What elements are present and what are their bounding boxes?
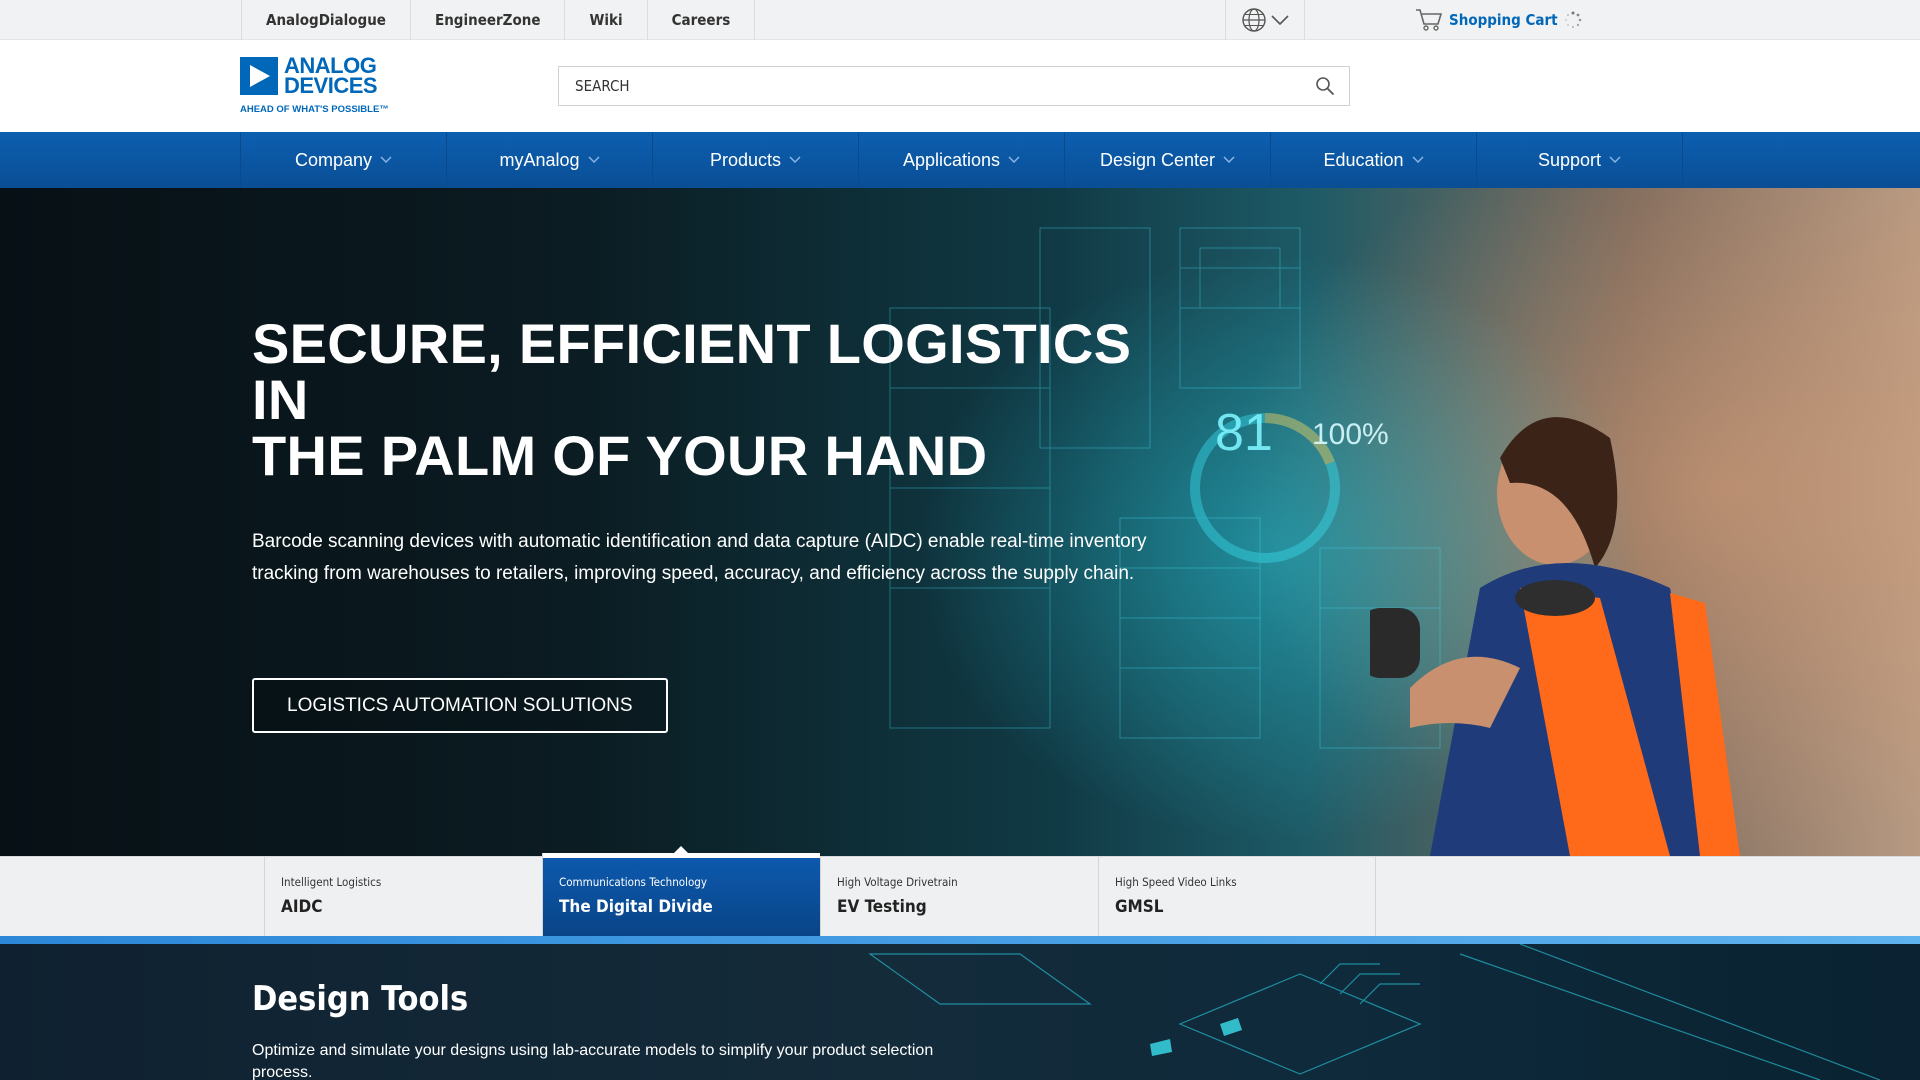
cart-icon [1416, 9, 1443, 31]
carousel-tab-aidc[interactable]: Intelligent Logistics AIDC [264, 857, 542, 937]
nav-item-applications[interactable]: Applications [859, 132, 1065, 188]
carousel-tab-gmsl[interactable]: High Speed Video Links GMSL [1098, 857, 1376, 937]
tab-title: GMSL [1115, 897, 1164, 917]
nav-item-company[interactable]: Company [241, 132, 447, 188]
util-link-analogdialogue[interactable]: AnalogDialogue [241, 0, 411, 40]
tab-category: Intelligent Logistics [281, 875, 382, 889]
tab-category: High Voltage Drivetrain [837, 875, 958, 889]
logo-tagline: AHEAD OF WHAT'S POSSIBLE™ [240, 104, 389, 115]
nav-item-support[interactable]: Support [1477, 132, 1683, 188]
carousel-progress-bar [0, 936, 1920, 944]
worker-with-scanner-image [1370, 417, 1740, 856]
tab-title: AIDC [281, 897, 323, 917]
chevron-down-icon [1412, 156, 1424, 163]
adi-logo[interactable]: ANALOG DEVICES AHEAD OF WHAT'S POSSIBLE™ [240, 53, 390, 119]
hero-hologram-graphic [889, 227, 1441, 749]
hero-description: Barcode scanning devices with automatic … [252, 531, 1147, 584]
search-box [558, 66, 1350, 106]
design-tools-title: Design Tools [252, 979, 469, 1019]
cart-label: Shopping Cart [1449, 11, 1558, 29]
carousel-tab-ev-testing[interactable]: High Voltage Drivetrain EV Testing [820, 857, 1098, 937]
tab-category: High Speed Video Links [1115, 875, 1237, 889]
chevron-down-icon [1609, 156, 1621, 163]
carousel-tabs-bar: Intelligent Logistics AIDC Communication… [0, 846, 1920, 937]
chevron-down-icon [789, 156, 801, 163]
logistics-solutions-button[interactable]: LOGISTICS AUTOMATION SOLUTIONS [252, 678, 668, 733]
chevron-down-icon [1271, 15, 1289, 26]
nav-item-design-center[interactable]: Design Center [1065, 132, 1271, 188]
logo-triangle-icon [240, 57, 278, 95]
chevron-down-icon [380, 156, 392, 163]
carousel-tab-digital-divide[interactable]: Communications Technology The Digital Di… [542, 846, 820, 937]
loading-spinner-icon [1564, 11, 1581, 29]
utility-links: AnalogDialogue EngineerZone Wiki Careers [241, 0, 756, 40]
utility-bar: AnalogDialogue EngineerZone Wiki Careers… [0, 0, 1920, 40]
util-link-wiki[interactable]: Wiki [565, 0, 648, 40]
chevron-down-icon [1008, 156, 1020, 163]
hero-banner: 81 100% SECURE, EFFICIENT LOGISTICS IN T… [0, 188, 1920, 856]
hero-title: SECURE, EFFICIENT LOGISTICS IN THE PALM … [252, 312, 1132, 487]
tab-title: The Digital Divide [559, 897, 713, 917]
language-selector[interactable] [1225, 0, 1305, 40]
design-tools-section: Design Tools Optimize and simulate your … [0, 944, 1920, 1080]
tab-category: Communications Technology [559, 875, 707, 889]
nav-item-products[interactable]: Products [653, 132, 859, 188]
util-link-engineerzone[interactable]: EngineerZone [411, 0, 566, 40]
main-nav: Company myAnalog Products Applications D… [0, 132, 1920, 188]
shopping-cart-link[interactable]: Shopping Cart [1415, 0, 1582, 40]
search-icon [1316, 77, 1335, 96]
globe-icon [1242, 8, 1266, 32]
util-link-careers[interactable]: Careers [648, 0, 756, 40]
tab-title: EV Testing [837, 897, 927, 917]
search-button[interactable] [1301, 67, 1349, 105]
nav-item-myanalog[interactable]: myAnalog [447, 132, 653, 188]
logo-wordmark: ANALOG DEVICES [284, 53, 378, 98]
chevron-down-icon [588, 156, 600, 163]
search-input[interactable] [559, 67, 1301, 105]
chevron-down-icon [1223, 156, 1235, 163]
site-header: ANALOG DEVICES AHEAD OF WHAT'S POSSIBLE™ [0, 40, 1920, 132]
design-tools-description: Optimize and simulate your designs using… [252, 1042, 934, 1080]
hologram-gauge-value: 81 [1215, 404, 1273, 462]
nav-item-education[interactable]: Education [1271, 132, 1477, 188]
